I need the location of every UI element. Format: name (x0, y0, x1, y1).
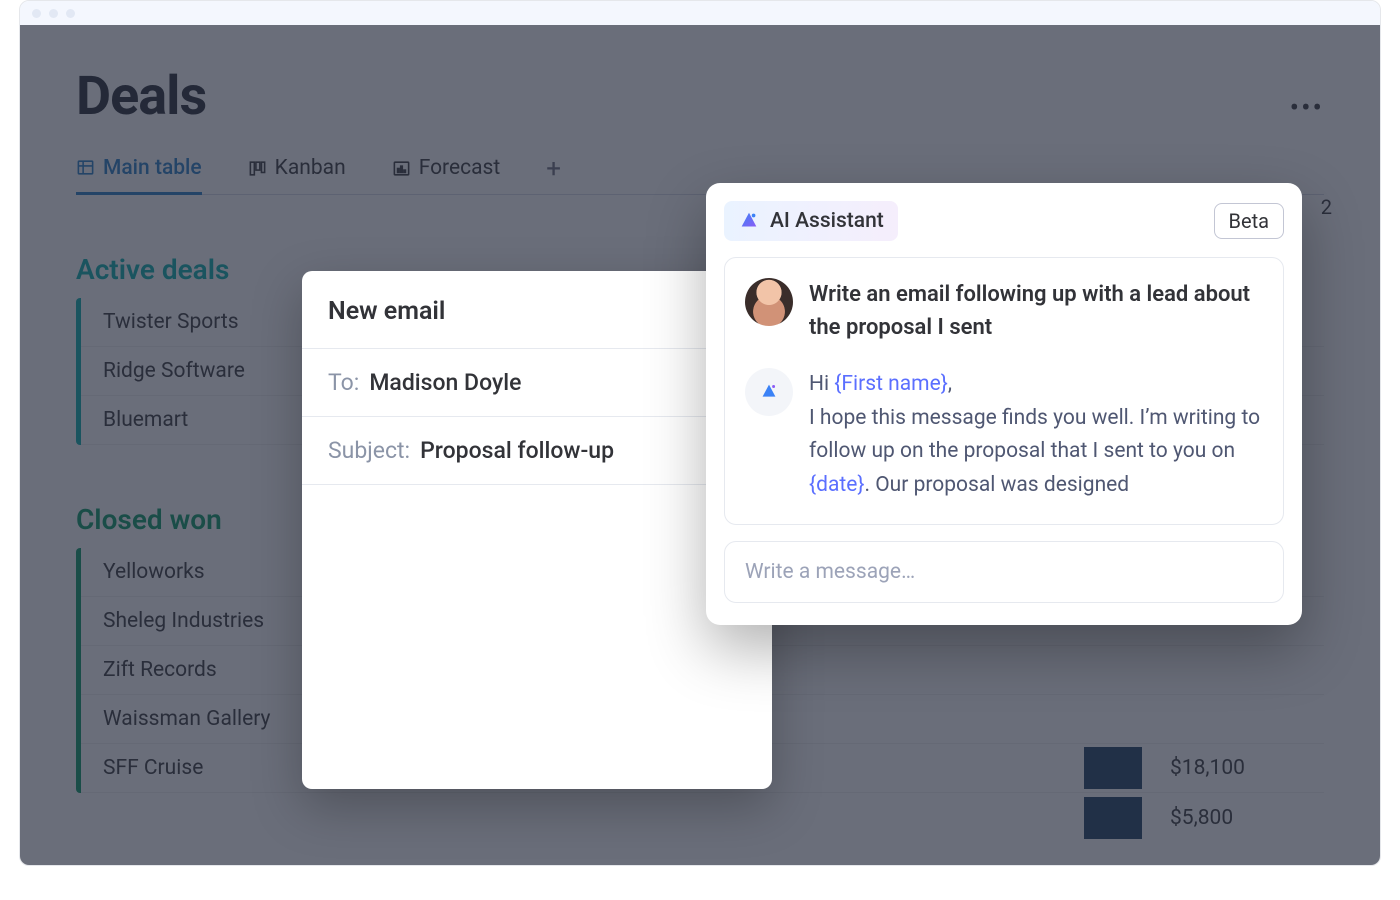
ai-text-fragment: . Our proposal was designed (864, 473, 1129, 497)
deal-value-label: $5,800 (1170, 806, 1233, 830)
tab-label: Kanban (275, 156, 346, 180)
assistant-message-text: Hi {First name}, I hope this message fin… (809, 368, 1263, 502)
more-options-icon[interactable]: ••• (1290, 91, 1324, 124)
user-message: Write an email following up with a lead … (745, 278, 1263, 344)
user-avatar (745, 278, 793, 326)
traffic-dot-icon (66, 9, 75, 18)
table-icon (76, 158, 95, 177)
traffic-dot-icon (32, 9, 41, 18)
ai-assistant-panel: AI Assistant Beta Write an email followi… (706, 183, 1302, 625)
email-to-label: To: (328, 369, 359, 396)
ai-text-fragment: , (948, 372, 952, 396)
template-token: {date} (809, 473, 864, 497)
user-message-text: Write an email following up with a lead … (809, 278, 1263, 344)
assistant-header: AI Assistant Beta (724, 201, 1284, 241)
beta-badge: Beta (1214, 203, 1285, 239)
page-title: Deals (76, 65, 1324, 128)
ai-text-fragment: Hi (809, 372, 834, 396)
kanban-icon (248, 159, 267, 178)
template-token: {First name} (834, 372, 948, 396)
value-cell: $18,100 (1084, 743, 1324, 793)
browser-header (20, 1, 1380, 25)
email-to-value: Madison Doyle (369, 369, 521, 396)
deal-value-label: $18,100 (1170, 756, 1245, 780)
tab-main-table[interactable]: Main table (76, 156, 202, 195)
tab-label: Main table (103, 156, 202, 180)
add-view-button[interactable]: + (546, 154, 561, 194)
email-subject-value: Proposal follow-up (420, 437, 614, 464)
email-panel-title: New email (302, 275, 772, 349)
assistant-conversation: Write an email following up with a lead … (724, 257, 1284, 525)
email-subject-label: Subject: (328, 437, 410, 464)
email-body-area[interactable] (302, 485, 772, 785)
assistant-title: AI Assistant (770, 209, 884, 233)
status-block-icon (1084, 747, 1142, 789)
chart-icon (392, 159, 411, 178)
column-count-badge: 2 (1321, 195, 1332, 219)
traffic-dot-icon (49, 9, 58, 18)
email-to-row[interactable]: To: Madison Doyle (302, 349, 772, 417)
assistant-logo-icon (738, 210, 760, 232)
assistant-brand: AI Assistant (724, 201, 898, 241)
new-email-panel: New email To: Madison Doyle Subject: Pro… (302, 271, 772, 789)
assistant-compose-input[interactable]: Write a message… (724, 541, 1284, 603)
assistant-avatar (745, 368, 793, 416)
tab-label: Forecast (419, 156, 501, 180)
value-cell: $5,800 (1084, 793, 1324, 843)
status-block-icon (1084, 797, 1142, 839)
tab-forecast[interactable]: Forecast (392, 156, 501, 192)
assistant-message: Hi {First name}, I hope this message fin… (745, 368, 1263, 502)
browser-frame: Deals ••• Main table Kanban (19, 0, 1381, 866)
ai-text-fragment: I hope this message finds you well. I’m … (809, 406, 1260, 464)
value-column: $18,100 $5,800 (1084, 743, 1324, 843)
tab-kanban[interactable]: Kanban (248, 156, 346, 192)
email-subject-row[interactable]: Subject: Proposal follow-up (302, 417, 772, 485)
